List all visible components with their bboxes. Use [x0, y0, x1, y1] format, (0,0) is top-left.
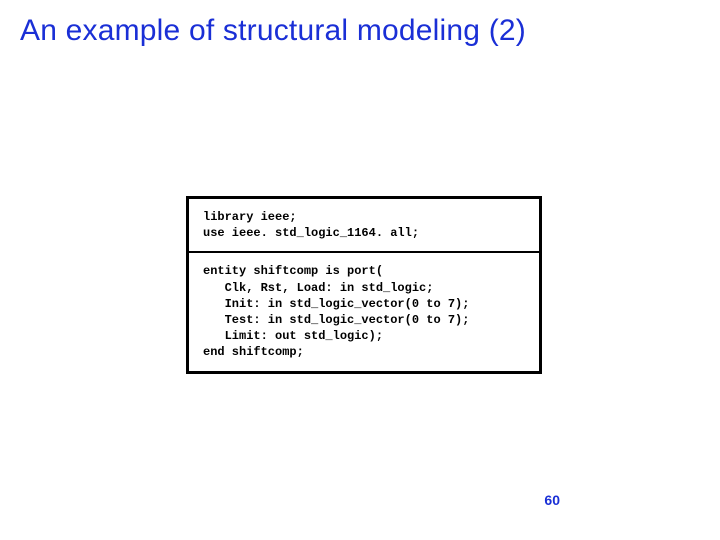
slide-title: An example of structural modeling (2)	[20, 14, 526, 48]
code-body: entity shiftcomp is port( Clk, Rst, Load…	[203, 263, 525, 360]
page-number: 60	[544, 492, 560, 508]
code-body-section: entity shiftcomp is port( Clk, Rst, Load…	[189, 253, 539, 370]
code-header-section: library ieee; use ieee. std_logic_1164. …	[189, 199, 539, 251]
code-header: library ieee; use ieee. std_logic_1164. …	[203, 209, 525, 241]
slide: An example of structural modeling (2) li…	[0, 0, 720, 540]
code-box: library ieee; use ieee. std_logic_1164. …	[186, 196, 542, 374]
